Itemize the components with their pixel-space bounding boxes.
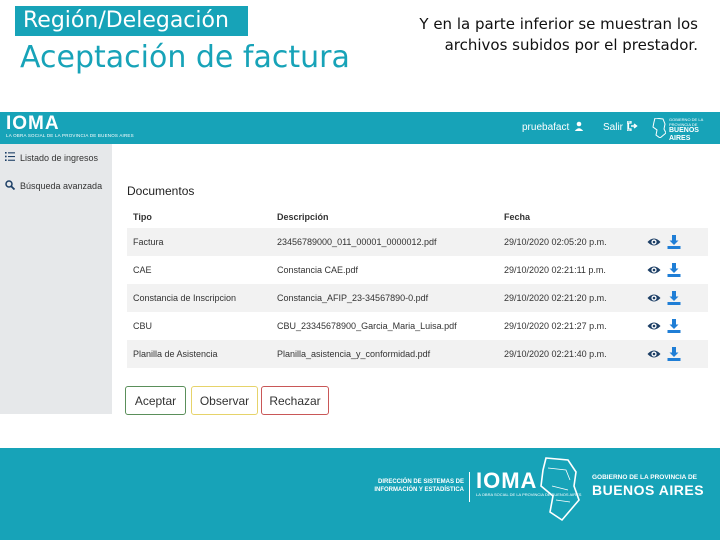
gov-logo: GOBIERNO DE LA PROVINCIA DE BUENOS AIRES bbox=[652, 117, 720, 143]
header-tipo: Tipo bbox=[133, 212, 152, 222]
cell-descripcion: Constancia CAE.pdf bbox=[277, 265, 359, 275]
sidebar: Listado de ingresos Búsqueda avanzada bbox=[0, 144, 112, 414]
cell-fecha: 29/10/2020 02:21:27 p.m. bbox=[504, 321, 607, 331]
cell-actions bbox=[641, 312, 708, 340]
cell-actions bbox=[641, 340, 708, 368]
cell-descripcion: Constancia_AFIP_23-34567890-0.pdf bbox=[277, 293, 429, 303]
header-actions bbox=[641, 206, 708, 228]
province-map-icon bbox=[538, 456, 580, 527]
user-icon bbox=[574, 121, 584, 134]
footer-gov-small: GOBIERNO DE LA PROVINCIA DE bbox=[592, 474, 697, 481]
aceptar-button[interactable]: Aceptar bbox=[125, 386, 186, 415]
download-icon[interactable] bbox=[667, 263, 681, 277]
main-content: Documentos Tipo Descripción Fecha Factur… bbox=[112, 144, 720, 414]
logout-button[interactable]: Salir bbox=[603, 120, 638, 134]
list-icon bbox=[5, 152, 15, 164]
footer-gov-logo: GOBIERNO DE LA PROVINCIA DE BUENOS AIRES bbox=[592, 474, 704, 498]
table-row: CAE Constancia CAE.pdf 29/10/2020 02:21:… bbox=[127, 256, 708, 284]
rechazar-button[interactable]: Rechazar bbox=[261, 386, 329, 415]
search-icon bbox=[5, 179, 16, 193]
cell-tipo: Factura bbox=[133, 237, 164, 247]
ioma-logo[interactable]: IOMA LA OBRA SOCIAL DE LA PROVINCIA DE B… bbox=[6, 114, 134, 138]
gov-big: BUENOS AIRES bbox=[669, 127, 699, 142]
sidebar-item-listado[interactable]: Listado de ingresos bbox=[0, 144, 112, 172]
documents-title: Documentos bbox=[127, 184, 195, 198]
region-label: Región/Delegación bbox=[15, 6, 248, 36]
slide-title: Aceptación de factura bbox=[20, 40, 350, 75]
direccion-line-1: DIRECCIÓN DE SISTEMAS DE bbox=[377, 479, 464, 485]
table-row: CBU CBU_23345678900_Garcia_Maria_Luisa.p… bbox=[127, 312, 708, 340]
sidebar-item-label: Búsqueda avanzada bbox=[20, 181, 103, 191]
documents-table: Tipo Descripción Fecha Factura 234567890… bbox=[127, 206, 708, 368]
province-map-icon bbox=[652, 117, 667, 143]
eye-icon[interactable] bbox=[647, 347, 661, 361]
download-icon[interactable] bbox=[667, 347, 681, 361]
cell-actions bbox=[641, 228, 708, 256]
table-row: Planilla de Asistencia Planilla_asistenc… bbox=[127, 340, 708, 368]
app-header: IOMA LA OBRA SOCIAL DE LA PROVINCIA DE B… bbox=[0, 112, 720, 144]
cell-actions bbox=[641, 284, 708, 312]
eye-icon[interactable] bbox=[647, 291, 661, 305]
cell-fecha: 29/10/2020 02:05:20 p.m. bbox=[504, 237, 607, 247]
gov-small: GOBIERNO DE LA PROVINCIA DE bbox=[669, 117, 704, 127]
download-icon[interactable] bbox=[667, 291, 681, 305]
slide-note: Y en la parte inferior se muestran los a… bbox=[419, 15, 698, 54]
eye-icon[interactable] bbox=[647, 319, 661, 333]
footer-gov-big: BUENOS AIRES bbox=[592, 482, 705, 498]
cell-tipo: CAE bbox=[133, 265, 152, 275]
cell-tipo: CBU bbox=[133, 321, 153, 331]
cell-fecha: 29/10/2020 02:21:11 p.m. bbox=[504, 265, 606, 275]
username: pruebafact bbox=[522, 122, 570, 133]
cell-descripcion: Planilla_asistencia_y_conformidad.pdf bbox=[277, 349, 431, 359]
direccion-line-2: INFORMACIÓN Y ESTADÍSTICA bbox=[374, 487, 464, 493]
cell-tipo: Planilla de Asistencia bbox=[133, 349, 218, 359]
cell-fecha: 29/10/2020 02:21:40 p.m. bbox=[504, 349, 607, 359]
eye-icon[interactable] bbox=[647, 235, 661, 249]
cell-fecha: 29/10/2020 02:21:20 p.m. bbox=[504, 293, 607, 303]
table-row: Constancia de Inscripcion Constancia_AFI… bbox=[127, 284, 708, 312]
observar-button[interactable]: Observar bbox=[191, 386, 258, 415]
eye-icon[interactable] bbox=[647, 263, 661, 277]
user-menu[interactable]: pruebafact bbox=[522, 121, 584, 134]
logout-label: Salir bbox=[603, 122, 624, 133]
sidebar-item-label: Listado de ingresos bbox=[20, 153, 99, 163]
cell-tipo: Constancia de Inscripcion bbox=[133, 293, 237, 303]
slide: Región/Delegación Aceptación de factura … bbox=[0, 0, 720, 540]
header-descripcion: Descripción bbox=[277, 212, 329, 222]
logo-subtitle: LA OBRA SOCIAL DE LA PROVINCIA DE BUENOS… bbox=[6, 133, 134, 138]
header-fecha: Fecha bbox=[504, 212, 531, 222]
cell-descripcion: 23456789000_011_00001_0000012.pdf bbox=[277, 237, 437, 247]
cell-descripcion: CBU_23345678900_Garcia_Maria_Luisa.pdf bbox=[277, 321, 457, 331]
table-header-row: Tipo Descripción Fecha bbox=[127, 206, 708, 228]
download-icon[interactable] bbox=[667, 235, 681, 249]
logo-text: IOMA bbox=[6, 113, 60, 134]
download-icon[interactable] bbox=[667, 319, 681, 333]
footer-divider bbox=[469, 472, 470, 502]
footer-direccion: DIRECCIÓN DE SISTEMAS DE INFORMACIÓN Y E… bbox=[352, 478, 464, 494]
footer: DIRECCIÓN DE SISTEMAS DE INFORMACIÓN Y E… bbox=[0, 448, 720, 540]
table-row: Factura 23456789000_011_00001_0000012.pd… bbox=[127, 228, 708, 256]
sidebar-item-busqueda[interactable]: Búsqueda avanzada bbox=[0, 172, 112, 200]
logout-icon bbox=[626, 120, 638, 134]
cell-actions bbox=[641, 256, 708, 284]
